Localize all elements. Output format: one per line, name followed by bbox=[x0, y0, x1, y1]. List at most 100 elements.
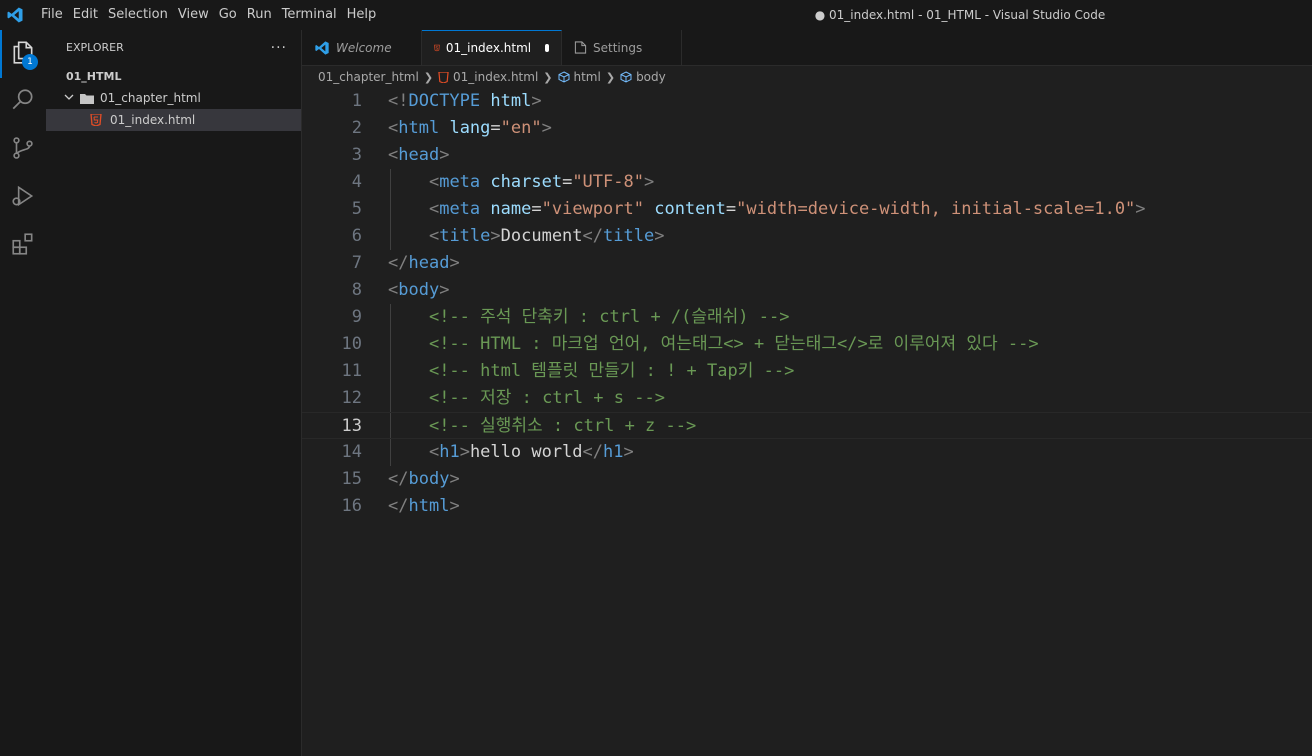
workspace-root-label: 01_HTML bbox=[66, 69, 122, 83]
tab-welcome[interactable]: Welcome bbox=[302, 30, 422, 65]
code-line[interactable]: 3 <head> bbox=[302, 142, 1312, 169]
extensions-icon bbox=[10, 231, 36, 261]
code-line[interactable]: 14 <h1>hello world</h1> bbox=[302, 439, 1312, 466]
code-content: <h1>hello world</h1> bbox=[388, 439, 634, 466]
html5-icon bbox=[438, 71, 449, 83]
code-token: <!-- 저장 : ctrl + s --> bbox=[428, 388, 665, 408]
code-line[interactable]: 5 <meta name="viewport" content="width=d… bbox=[302, 196, 1312, 223]
unsaved-dot-icon[interactable] bbox=[545, 44, 549, 52]
line-number: 2 bbox=[351, 118, 362, 138]
folder-row[interactable]: 01_chapter_html bbox=[46, 87, 301, 109]
code-token: </ bbox=[582, 226, 604, 246]
code-token: title bbox=[603, 226, 655, 246]
code-line[interactable]: 15 </body> bbox=[302, 466, 1312, 493]
breadcrumb-file[interactable]: 01_index.html bbox=[453, 70, 538, 84]
code-token: > bbox=[1135, 199, 1146, 219]
code-line[interactable]: 8 <body> bbox=[302, 277, 1312, 304]
folder-label: 01_chapter_html bbox=[100, 91, 201, 105]
line-number: 3 bbox=[351, 145, 362, 165]
code-line[interactable]: 16 </html> bbox=[302, 493, 1312, 520]
code-token: body bbox=[408, 469, 450, 489]
menu-terminal[interactable]: Terminal bbox=[277, 0, 342, 30]
breadcrumb-html[interactable]: html bbox=[574, 70, 601, 84]
menu-run[interactable]: Run bbox=[242, 0, 277, 30]
menu-go[interactable]: Go bbox=[214, 0, 242, 30]
code-content: <!-- 저장 : ctrl + s --> bbox=[388, 385, 665, 412]
code-token: name bbox=[490, 199, 532, 219]
code-token: = bbox=[490, 118, 501, 138]
code-token: html bbox=[490, 91, 532, 111]
tab-index-html[interactable]: 01_index.html bbox=[422, 30, 562, 65]
menu-edit[interactable]: Edit bbox=[68, 0, 103, 30]
code-token: = bbox=[531, 199, 542, 219]
line-number: 9 bbox=[351, 307, 362, 327]
code-content: <meta charset="UTF-8"> bbox=[388, 169, 654, 196]
line-number: 15 bbox=[341, 469, 362, 489]
code-line[interactable]: 12 <!-- 저장 : ctrl + s --> bbox=[302, 385, 1312, 412]
breadcrumb-body[interactable]: body bbox=[636, 70, 666, 84]
code-token: > bbox=[449, 253, 460, 273]
line-number: 10 bbox=[341, 334, 362, 354]
source-control-button[interactable] bbox=[0, 126, 46, 174]
code-token: > bbox=[654, 226, 665, 246]
code-line[interactable]: 2 <html lang="en"> bbox=[302, 115, 1312, 142]
code-line[interactable]: 11 <!-- html 템플릿 만들기 : ! + Tap키 --> bbox=[302, 358, 1312, 385]
chevron-right-icon: ❯ bbox=[423, 70, 434, 84]
settings-file-icon bbox=[574, 41, 587, 54]
run-debug-icon bbox=[10, 183, 36, 213]
code-editor[interactable]: 1 <!DOCTYPE html> 2 <html lang="en"> 3 <head>… bbox=[302, 88, 1312, 756]
code-token: "en" bbox=[500, 118, 542, 138]
explorer-button[interactable]: 1 bbox=[0, 30, 46, 78]
code-line[interactable]: 10 <!-- HTML : 마크업 언어, 여는태그<> + 닫는태그</>로… bbox=[302, 331, 1312, 358]
code-token: <!-- html 템플릿 만들기 : ! + Tap키 --> bbox=[428, 361, 795, 381]
file-row[interactable]: 01_index.html bbox=[46, 109, 301, 131]
code-token: <!-- HTML : 마크업 언어, 여는태그<> + 닫는태그</>로 이루… bbox=[428, 334, 1039, 354]
symbol-icon bbox=[620, 71, 632, 83]
breadcrumb-folder[interactable]: 01_chapter_html bbox=[318, 70, 419, 84]
code-line[interactable]: 1 <!DOCTYPE html> bbox=[302, 88, 1312, 115]
code-content: <!-- 실행취소 : ctrl + z --> bbox=[388, 413, 696, 440]
code-token: > bbox=[531, 91, 542, 111]
line-number: 13 bbox=[341, 416, 362, 436]
menu-help[interactable]: Help bbox=[342, 0, 382, 30]
code-line[interactable]: 9 <!-- 주석 단축키 : ctrl + /(슬래쉬) --> bbox=[302, 304, 1312, 331]
source-control-icon bbox=[10, 135, 36, 165]
folder-icon bbox=[80, 93, 94, 104]
line-number: 5 bbox=[351, 199, 362, 219]
workspace-root[interactable]: 01_HTML bbox=[46, 65, 301, 87]
chevron-right-icon: ❯ bbox=[605, 70, 616, 84]
html5-icon bbox=[90, 114, 102, 126]
menu-selection[interactable]: Selection bbox=[103, 0, 173, 30]
chevron-down-icon bbox=[64, 92, 80, 105]
code-token: charset bbox=[490, 172, 563, 192]
code-line[interactable]: 7 </head> bbox=[302, 250, 1312, 277]
more-actions-icon[interactable]: ··· bbox=[271, 40, 287, 56]
code-line[interactable]: 4 <meta charset="UTF-8"> bbox=[302, 169, 1312, 196]
code-content: <title>Document</title> bbox=[388, 223, 665, 250]
chevron-right-icon: ❯ bbox=[543, 70, 553, 84]
code-token: > bbox=[643, 172, 655, 192]
code-token: < bbox=[428, 226, 440, 246]
menu-view[interactable]: View bbox=[173, 0, 214, 30]
code-line[interactable]: 6 <title>Document</title> bbox=[302, 223, 1312, 250]
active-indicator bbox=[0, 30, 2, 78]
line-number: 1 bbox=[351, 91, 362, 111]
code-token: > bbox=[449, 496, 460, 516]
run-debug-button[interactable] bbox=[0, 174, 46, 222]
menu-file[interactable]: File bbox=[36, 0, 68, 30]
tab-welcome-label: Welcome bbox=[336, 40, 392, 55]
code-content: <!-- 주석 단축키 : ctrl + /(슬래쉬) --> bbox=[388, 304, 790, 331]
search-button[interactable] bbox=[0, 78, 46, 126]
tab-settings[interactable]: Settings bbox=[562, 30, 682, 65]
code-content: <meta name="viewport" content="width=dev… bbox=[388, 196, 1146, 223]
line-number: 12 bbox=[341, 388, 362, 408]
extensions-button[interactable] bbox=[0, 222, 46, 270]
code-line[interactable]: 13 <!-- 실행취소 : ctrl + z --> bbox=[302, 412, 1312, 439]
